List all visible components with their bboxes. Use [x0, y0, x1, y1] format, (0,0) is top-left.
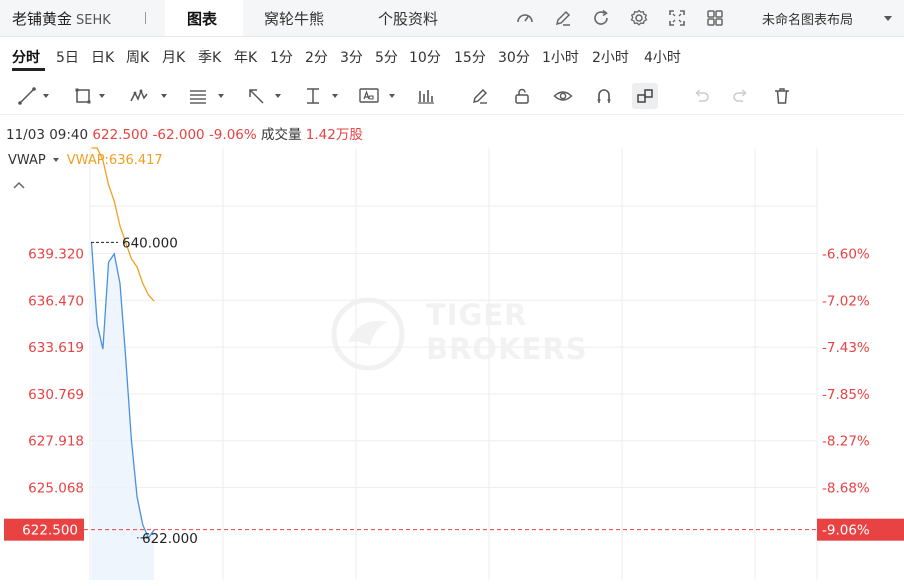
period-2h[interactable]: 2小时	[592, 47, 629, 67]
chevron-down-icon[interactable]	[218, 94, 224, 98]
current-pct-label: -9.06%	[822, 523, 870, 539]
y-tick-label-right: -7.85%	[822, 387, 870, 403]
rect-tool-icon[interactable]	[72, 85, 94, 107]
period-30min[interactable]: 30分	[498, 47, 530, 67]
bars-icon[interactable]	[415, 85, 437, 107]
period-5min[interactable]: 5分	[375, 47, 398, 67]
chevron-down-icon[interactable]	[43, 94, 49, 98]
y-tick-label-left: 639.320	[28, 247, 84, 263]
quote-price: 622.500	[92, 127, 149, 143]
y-tick-label-right: -7.02%	[822, 293, 870, 309]
watermark-line-1: TIGER	[426, 298, 528, 332]
quote-summary: 11/03 09:40 622.500 -62.000 -9.06% 成交量 1…	[6, 123, 363, 143]
period-3min[interactable]: 3分	[340, 47, 363, 67]
period-1h[interactable]: 1小时	[542, 47, 579, 67]
y-tick-label-left: 627.918	[28, 434, 84, 450]
refresh-icon[interactable]	[590, 7, 612, 29]
period-year[interactable]: 年K	[234, 47, 257, 67]
y-tick-label-left: 630.769	[28, 387, 84, 403]
measure-tool-icon[interactable]	[302, 85, 324, 107]
quote-time: 11/03 09:40	[6, 127, 89, 143]
y-tick-label-right: -8.68%	[822, 481, 870, 497]
stock-title[interactable]: 老铺黄金 SEHK	[12, 8, 111, 29]
indicator-name[interactable]: VWAP	[8, 153, 46, 168]
indicator-legend[interactable]: VWAP VWAP:636.417	[8, 153, 163, 168]
stock-code: SEHK	[76, 13, 111, 28]
vwap-line	[91, 147, 155, 302]
y-tick-label-left: 636.470	[28, 293, 84, 309]
quote-change: -62.000	[152, 127, 205, 143]
tiger-logo-icon	[331, 297, 405, 371]
period-week[interactable]: 周K	[126, 47, 149, 67]
tab-chart[interactable]: 图表	[187, 8, 217, 29]
tab-profile[interactable]: 个股资料	[378, 8, 438, 29]
line-tool-icon[interactable]	[16, 85, 38, 107]
gear-icon[interactable]	[628, 7, 650, 29]
watermark-line-2: BROKERS	[426, 332, 588, 366]
magnet-icon[interactable]	[593, 85, 615, 107]
link-icon[interactable]	[632, 83, 658, 109]
period-2min[interactable]: 2分	[305, 47, 328, 67]
chevron-down-icon[interactable]	[275, 94, 281, 98]
period-5d[interactable]: 5日	[56, 47, 79, 67]
quote-change-pct: -9.06%	[208, 127, 257, 143]
period-1min[interactable]: 1分	[270, 47, 293, 67]
period-bar: 分时 5日 日K 周K 月K 季K 年K 1分 2分 3分 5分 10分 15分…	[0, 37, 904, 73]
y-tick-label-right: -6.60%	[822, 247, 870, 263]
pencil-icon[interactable]	[552, 7, 574, 29]
y-tick-label-left: 633.619	[28, 340, 84, 356]
undo-icon[interactable]	[690, 85, 712, 107]
period-month[interactable]: 月K	[162, 47, 185, 67]
grid-icon[interactable]	[704, 7, 726, 29]
period-10min[interactable]: 10分	[409, 47, 441, 67]
indicator-value: VWAP:636.417	[66, 153, 163, 168]
wave-tool-icon[interactable]	[128, 85, 150, 107]
period-15min[interactable]: 15分	[454, 47, 486, 67]
chevron-up-icon[interactable]	[12, 180, 26, 190]
watermark: TIGER BROKERS	[330, 296, 587, 376]
divider	[145, 12, 146, 24]
gauge-icon[interactable]	[514, 7, 536, 29]
active-period-indicator	[12, 68, 45, 71]
y-tick-label-left: 625.068	[28, 481, 84, 497]
low-label: 622.000	[142, 531, 198, 547]
eye-icon[interactable]	[552, 85, 574, 107]
volume-label: 成交量	[261, 127, 302, 143]
chevron-down-icon[interactable]	[332, 94, 338, 98]
period-day[interactable]: 日K	[91, 47, 114, 67]
fib-tool-icon[interactable]	[187, 85, 209, 107]
top-bar: 老铺黄金 SEHK 图表 窝轮牛熊 个股资料 未命名图表布局	[0, 0, 904, 37]
y-tick-label-right: -7.43%	[822, 340, 870, 356]
period-quarter[interactable]: 季K	[198, 47, 221, 67]
high-label: 640.000	[122, 235, 178, 251]
quote-volume: 1.42万股	[305, 127, 363, 143]
period-intraday[interactable]: 分时	[12, 47, 40, 67]
fullscreen-icon[interactable]	[666, 7, 688, 29]
chevron-down-icon[interactable]	[389, 94, 395, 98]
eraser-icon[interactable]	[469, 85, 491, 107]
redo-icon[interactable]	[730, 85, 752, 107]
y-tick-label-right: -8.27%	[822, 434, 870, 450]
current-price-label: 622.500	[22, 523, 78, 539]
arrow-tool-icon[interactable]	[245, 85, 267, 107]
period-4h[interactable]: 4小时	[644, 47, 681, 67]
chevron-down-icon[interactable]	[99, 94, 105, 98]
layout-selector[interactable]: 未命名图表布局	[762, 9, 853, 28]
text-tool-icon[interactable]	[358, 85, 380, 107]
trash-icon[interactable]	[771, 85, 793, 107]
chevron-down-icon[interactable]	[884, 16, 892, 21]
lock-icon[interactable]	[511, 85, 533, 107]
stock-name: 老铺黄金	[12, 10, 73, 28]
chevron-down-icon[interactable]	[52, 158, 59, 162]
chevron-down-icon[interactable]	[161, 94, 167, 98]
tab-warrants[interactable]: 窝轮牛熊	[264, 8, 324, 29]
drawing-toolbar	[0, 78, 904, 115]
